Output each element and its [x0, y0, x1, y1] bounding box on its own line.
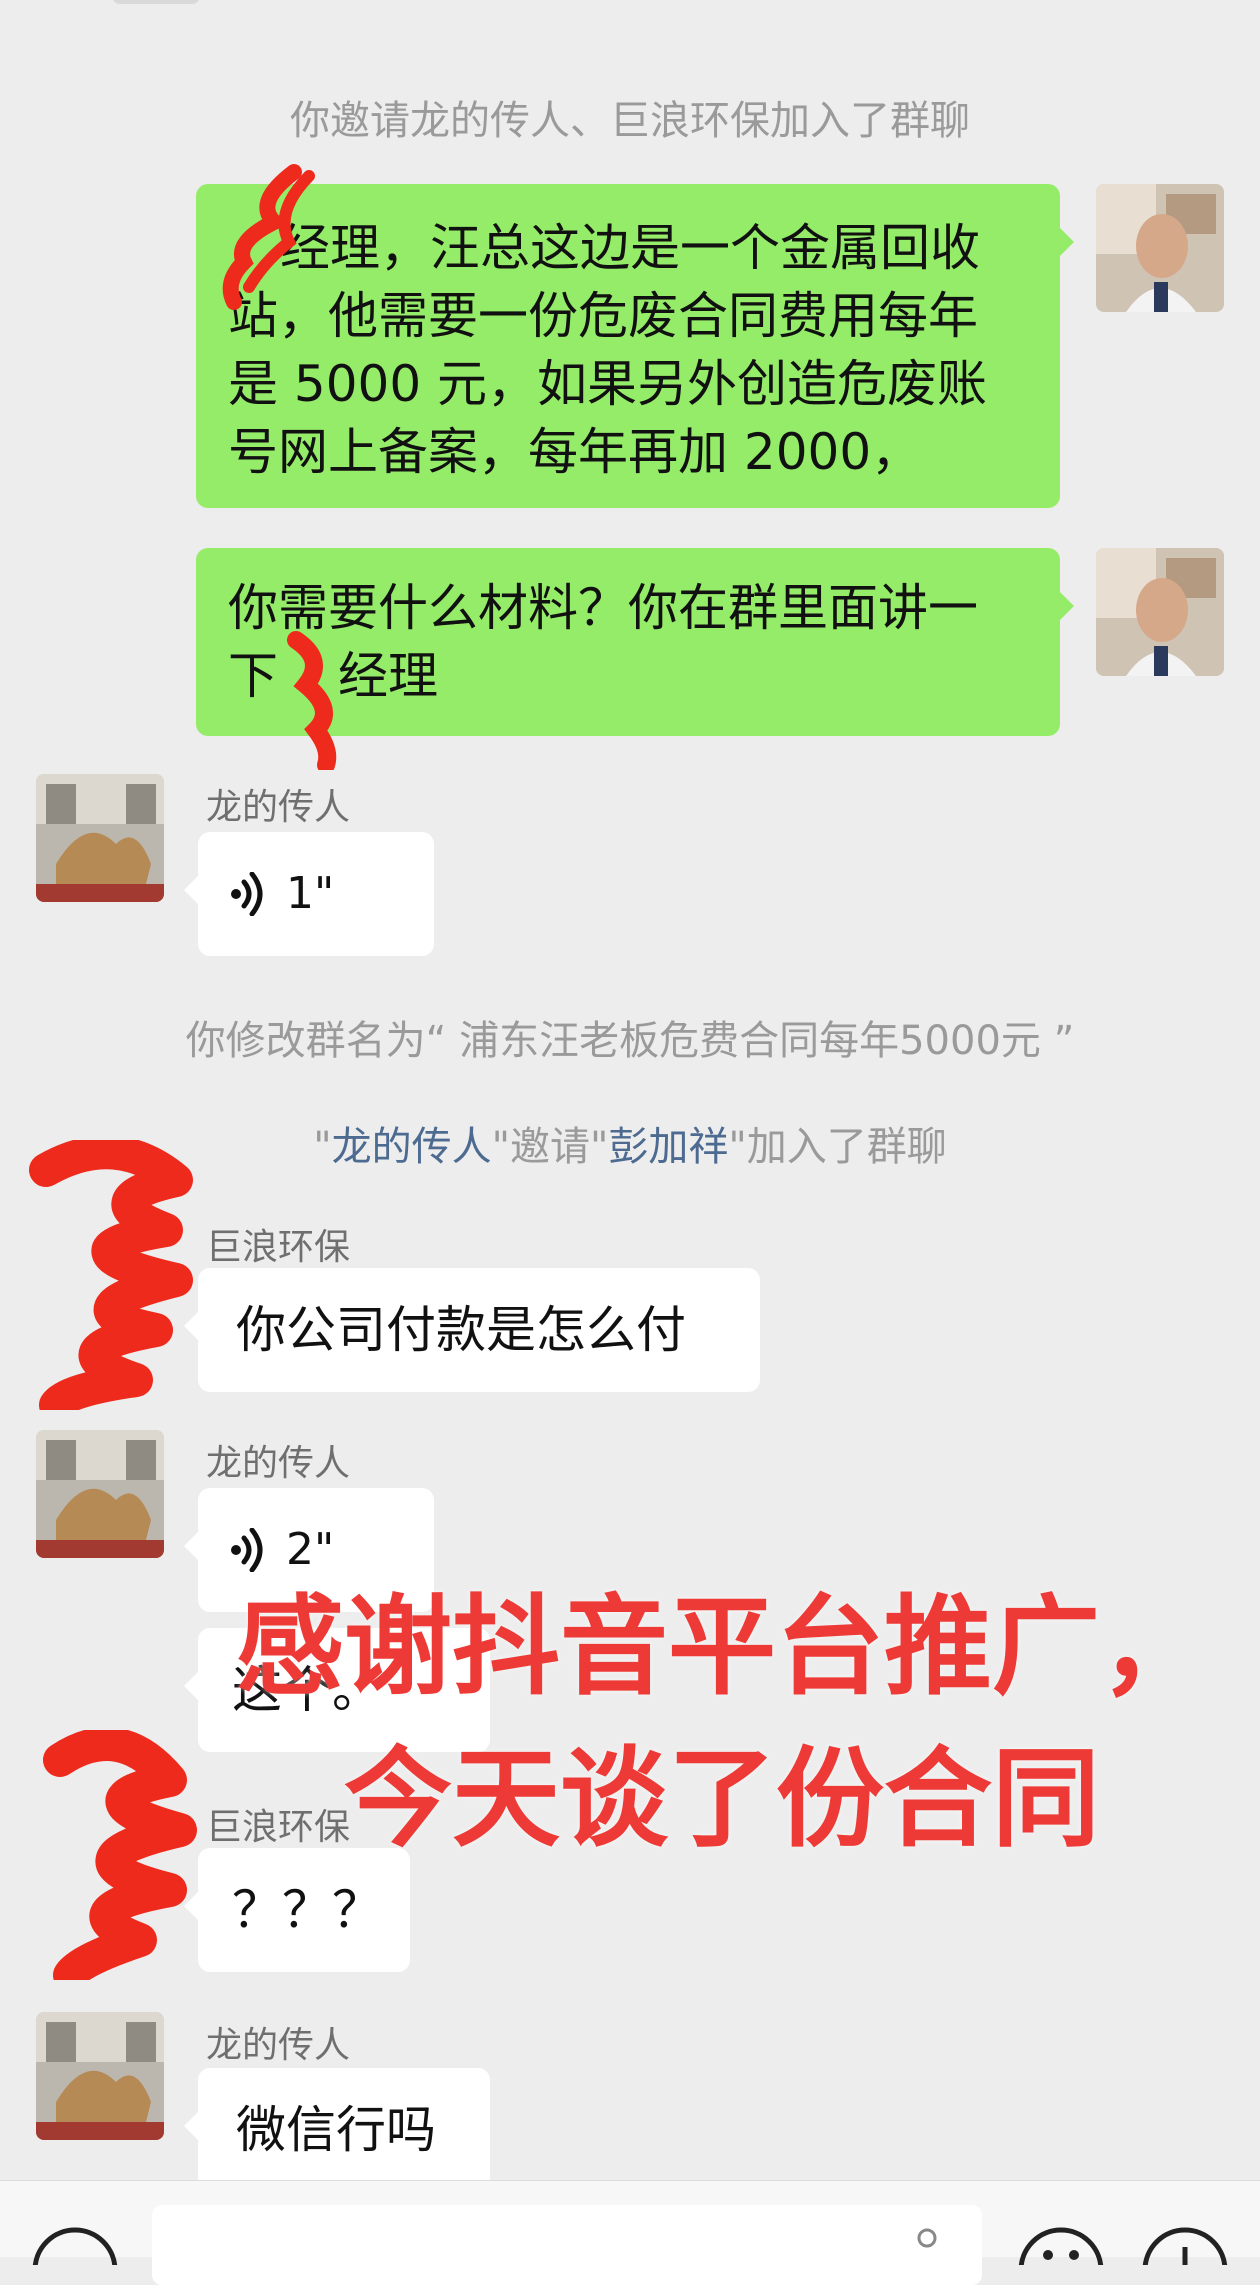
- sender-name: 巨浪环保: [206, 1227, 351, 1268]
- sender-name: 龙的传人: [206, 1443, 351, 1484]
- quote: ": [313, 1124, 332, 1170]
- emoji-icon[interactable]: [1016, 2225, 1106, 2265]
- sender-name: 巨浪环保: [206, 1807, 351, 1848]
- sender-avatar[interactable]: [36, 2012, 164, 2140]
- user-link[interactable]: 彭加祥: [608, 1124, 728, 1170]
- incoming-message-bubble[interactable]: 微信行吗: [184, 2068, 490, 2192]
- message-line: 是 5000 元，如果另外创造危废账: [228, 355, 988, 413]
- voice-wave-icon: [231, 872, 263, 916]
- redacted-avatar: [43, 1730, 197, 1980]
- system-message-rename: 你修改群名为“ 浦东汪老板危费合同每年5000元 ”: [185, 1018, 1075, 1064]
- sender-name: 龙的传人: [206, 787, 351, 828]
- previous-message-fragment: [112, 0, 200, 4]
- message-text: 你公司付款是怎么付: [236, 1301, 686, 1359]
- sender-name: 龙的传人: [206, 2025, 351, 2066]
- redaction-scribble: [222, 164, 315, 310]
- outgoing-message-bubble[interactable]: 经理，汪总这边是一个金属回收 站，他需要一份危废合同费用每年 是 5000 元，…: [196, 184, 1074, 508]
- invite-text: "邀请": [491, 1124, 609, 1170]
- sender-avatar[interactable]: [36, 1430, 164, 1558]
- voice-input-icon[interactable]: [30, 2225, 120, 2265]
- voice-duration: 1": [286, 868, 335, 919]
- message-line: 号网上备案，每年再加 2000，: [228, 423, 922, 481]
- sender-avatar[interactable]: [36, 774, 164, 902]
- message-line: 站，他需要一份危废合同费用每年: [228, 287, 978, 345]
- message-text: 微信行吗: [236, 2101, 436, 2159]
- invite-text: "加入了群聊: [728, 1124, 947, 1170]
- system-message-invite: 你邀请龙的传人、巨浪环保加入了群聊: [290, 98, 970, 144]
- redaction-scribble: [287, 631, 337, 770]
- message-input-field[interactable]: [152, 2205, 982, 2285]
- message-line: 经理，汪总这边是一个金属回收: [280, 219, 980, 277]
- incoming-message-bubble[interactable]: 你公司付款是怎么付: [184, 1268, 760, 1392]
- promo-overlay-line2: 今天谈了份合同: [344, 1737, 1101, 1862]
- mention-icon: [917, 2228, 937, 2248]
- user-link[interactable]: 龙的传人: [332, 1124, 492, 1170]
- plus-icon[interactable]: [1140, 2225, 1230, 2265]
- redacted-avatar: [29, 1140, 193, 1410]
- message-text-start: 下: [228, 647, 278, 705]
- voice-message-bubble[interactable]: 1": [184, 832, 434, 956]
- input-bar: [0, 2180, 1260, 2285]
- my-avatar[interactable]: [1096, 548, 1224, 676]
- message-text: ？？？: [232, 1881, 382, 1939]
- my-avatar[interactable]: [1096, 184, 1224, 312]
- promo-overlay-line1: 感谢抖音平台推广，: [236, 1585, 1209, 1710]
